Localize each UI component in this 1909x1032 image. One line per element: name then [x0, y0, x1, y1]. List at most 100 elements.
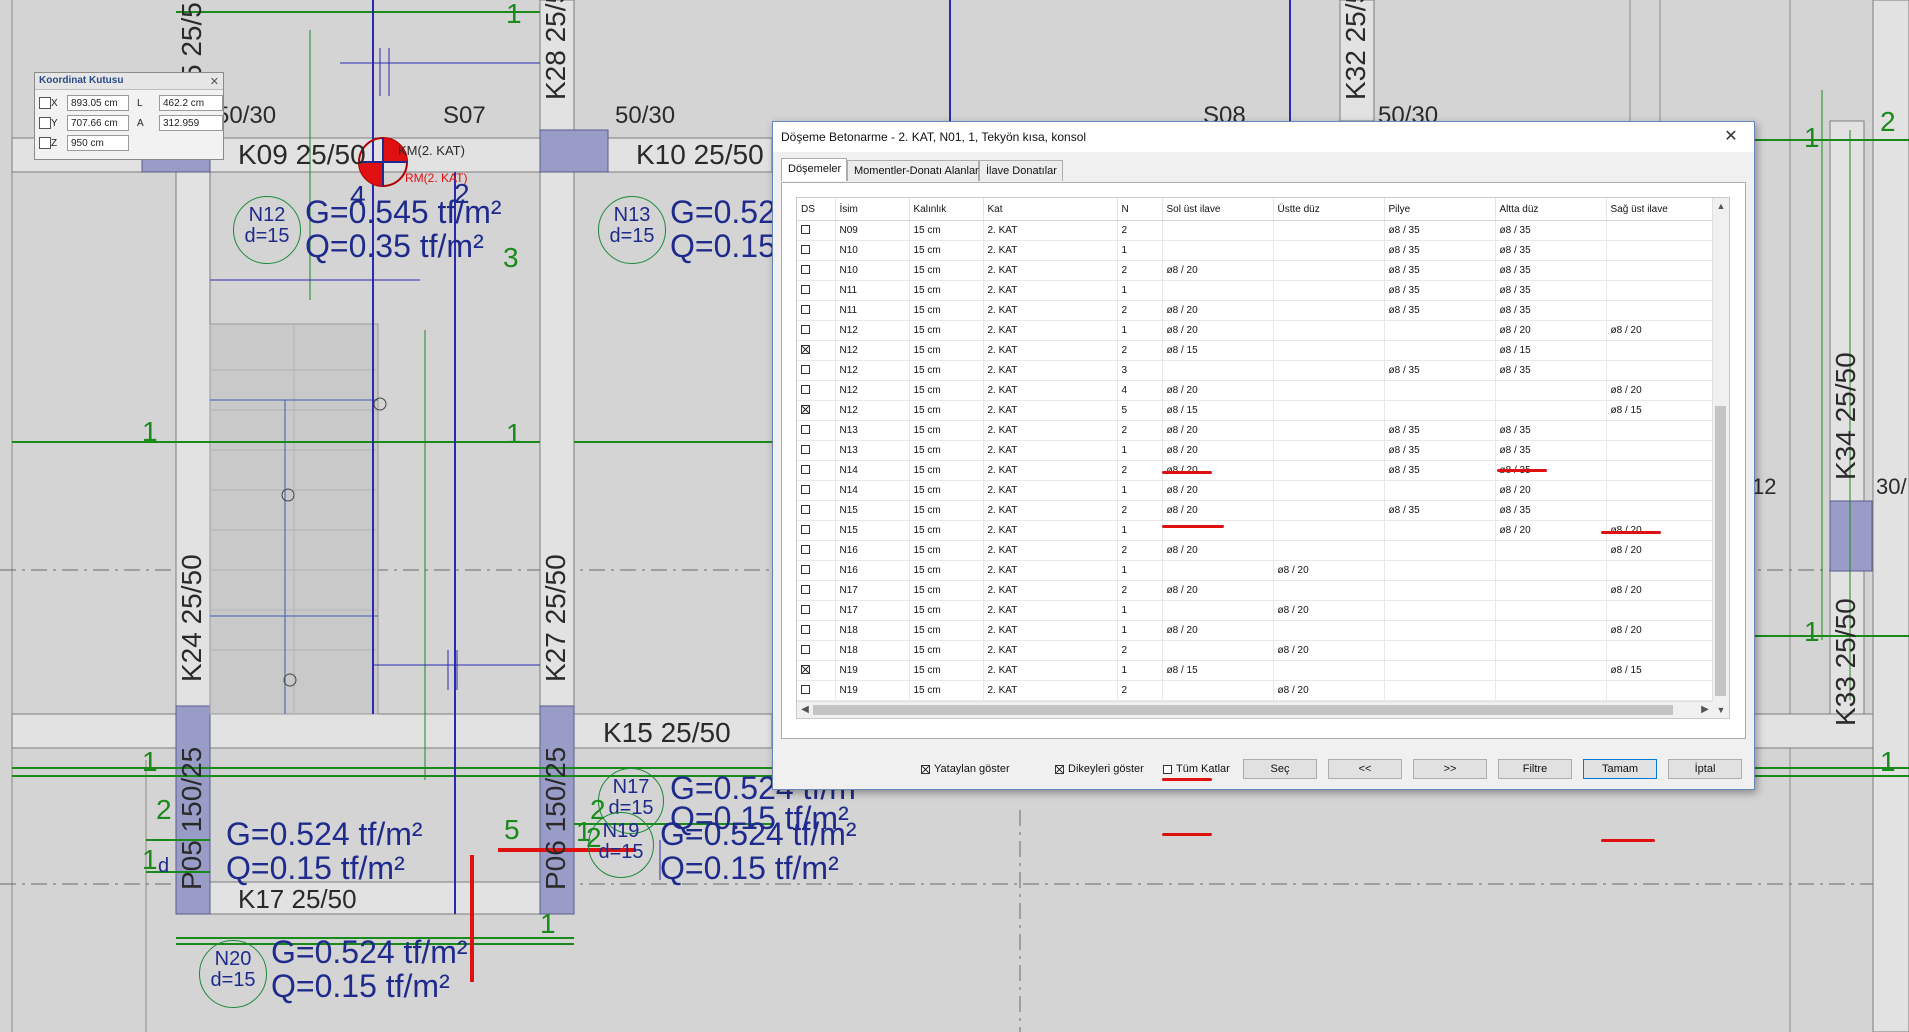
column-header[interactable]: Pilye [1384, 198, 1496, 221]
ds-cell[interactable] [797, 380, 836, 401]
table-row[interactable]: N12 15 cm 2. KAT 4 ø8 / 20 ø8 / 20 [797, 380, 1713, 401]
show-horizontals-checkbox[interactable] [921, 764, 930, 774]
ds-cell[interactable] [797, 440, 836, 461]
table-row[interactable]: N10 15 cm 2. KAT 2 ø8 / 20 ø8 / 35 ø8 / 35 [797, 260, 1713, 281]
slab-n20-circle[interactable]: N20 d=15 [199, 940, 267, 1008]
y-checkbox[interactable] [39, 117, 51, 129]
tab-extra-rebar[interactable]: İlave Donatılar [979, 160, 1063, 181]
table-row[interactable]: N15 15 cm 2. KAT 2 ø8 / 20 ø8 / 35 ø8 / 35 [797, 500, 1713, 521]
ds-cell[interactable] [797, 560, 836, 581]
tab-slabs[interactable]: Döşemeler [781, 158, 847, 181]
ds-checkbox[interactable] [801, 405, 810, 415]
table-row[interactable]: N11 15 cm 2. KAT 2 ø8 / 20 ø8 / 35 ø8 / 35 [797, 300, 1713, 321]
ds-cell[interactable] [797, 340, 836, 361]
ds-checkbox[interactable] [801, 245, 810, 255]
table-row[interactable]: N18 15 cm 2. KAT 2 ø8 / 20 [797, 640, 1713, 661]
ds-cell[interactable] [797, 260, 836, 281]
ds-checkbox[interactable] [801, 325, 810, 335]
ds-checkbox[interactable] [801, 625, 810, 635]
ds-cell[interactable] [797, 460, 836, 481]
ds-cell[interactable] [797, 360, 836, 381]
ds-checkbox[interactable] [801, 545, 810, 555]
ds-checkbox[interactable] [801, 585, 810, 595]
ds-checkbox[interactable] [801, 525, 810, 535]
column-header[interactable]: Kalınlık [909, 198, 984, 221]
scroll-left-icon[interactable]: ◀ [797, 702, 813, 718]
table-row[interactable]: N19 15 cm 2. KAT 2 ø8 / 20 [797, 680, 1713, 701]
table-row[interactable]: N15 15 cm 2. KAT 1 ø8 / 20 ø8 / 20 [797, 520, 1713, 541]
x-checkbox[interactable] [39, 97, 51, 109]
ds-cell[interactable] [797, 480, 836, 501]
next-button[interactable]: >> [1413, 759, 1487, 779]
scroll-thumb[interactable] [1715, 406, 1726, 696]
previous-button[interactable]: << [1328, 759, 1402, 779]
slab-table[interactable]: DS İsim Kalınlık Kat N Sol üst ilave Üst… [796, 197, 1730, 719]
ds-cell[interactable] [797, 320, 836, 341]
ds-cell[interactable] [797, 500, 836, 521]
y-value-field[interactable]: 707.66 cm [67, 115, 129, 131]
column-header[interactable]: Altta düz [1495, 198, 1607, 221]
ds-checkbox[interactable] [801, 465, 810, 475]
ds-cell[interactable] [797, 540, 836, 561]
table-row[interactable]: N16 15 cm 2. KAT 1 ø8 / 20 [797, 560, 1713, 581]
column-header[interactable]: DS [797, 198, 836, 221]
ds-cell[interactable] [797, 420, 836, 441]
ds-checkbox[interactable] [801, 385, 810, 395]
scroll-down-icon[interactable]: ▼ [1713, 702, 1729, 718]
ds-cell[interactable] [797, 680, 836, 701]
ds-checkbox[interactable] [801, 365, 810, 375]
ds-cell[interactable] [797, 400, 836, 421]
ds-checkbox[interactable] [801, 565, 810, 575]
ds-checkbox[interactable] [801, 265, 810, 275]
ds-checkbox[interactable] [801, 645, 810, 655]
ds-checkbox[interactable] [801, 445, 810, 455]
ds-checkbox[interactable] [801, 305, 810, 315]
show-horizontals-option[interactable]: Yataylan göster [921, 761, 1010, 777]
table-row[interactable]: N12 15 cm 2. KAT 5 ø8 / 15 ø8 / 15 [797, 400, 1713, 421]
ds-checkbox[interactable] [801, 665, 810, 675]
cancel-button[interactable]: İptal [1668, 759, 1742, 779]
slab-n13-circle[interactable]: N13 d=15 [598, 196, 666, 264]
table-row[interactable]: N14 15 cm 2. KAT 1 ø8 / 20 ø8 / 20 [797, 480, 1713, 501]
select-button[interactable]: Seç [1243, 759, 1317, 779]
column-header[interactable]: Sol üst ilave [1162, 198, 1274, 221]
column-header[interactable]: Kat [983, 198, 1118, 221]
ds-checkbox[interactable] [801, 345, 810, 355]
l-value-field[interactable]: 462.2 cm [159, 95, 223, 111]
x-value-field[interactable]: 893.05 cm [67, 95, 129, 111]
table-row[interactable]: N10 15 cm 2. KAT 1 ø8 / 35 ø8 / 35 [797, 240, 1713, 261]
ds-checkbox[interactable] [801, 425, 810, 435]
table-row[interactable]: N13 15 cm 2. KAT 2 ø8 / 20 ø8 / 35 ø8 / 35 [797, 420, 1713, 441]
table-row[interactable]: N12 15 cm 2. KAT 3 ø8 / 35 ø8 / 35 [797, 360, 1713, 381]
column-header[interactable]: Sağ üst ilave [1606, 198, 1713, 221]
ds-cell[interactable] [797, 580, 836, 601]
horizontal-scrollbar[interactable]: ◀ ▶ [797, 701, 1713, 718]
ds-checkbox[interactable] [801, 605, 810, 615]
table-row[interactable]: N12 15 cm 2. KAT 1 ø8 / 20 ø8 / 20 ø8 / 20 [797, 320, 1713, 341]
column-header[interactable]: Üstte düz [1273, 198, 1385, 221]
slab-n12-circle[interactable]: N12 d=15 [233, 196, 301, 264]
close-icon[interactable]: ✕ [210, 75, 219, 88]
ds-cell[interactable] [797, 660, 836, 681]
table-row[interactable]: N11 15 cm 2. KAT 1 ø8 / 35 ø8 / 35 [797, 280, 1713, 301]
z-value-field[interactable]: 950 cm [67, 135, 129, 151]
ds-cell[interactable] [797, 600, 836, 621]
z-checkbox[interactable] [39, 137, 51, 149]
ds-checkbox[interactable] [801, 505, 810, 515]
vertical-scrollbar[interactable]: ▲ ▼ [1712, 198, 1729, 718]
tab-moments[interactable]: Momentler-Donatı Alanları [847, 160, 982, 181]
ds-cell[interactable] [797, 240, 836, 261]
column-header[interactable]: N [1117, 198, 1163, 221]
table-row[interactable]: N18 15 cm 2. KAT 1 ø8 / 20 ø8 / 20 [797, 620, 1713, 641]
ds-cell[interactable] [797, 640, 836, 661]
scroll-thumb[interactable] [813, 705, 1673, 715]
ds-checkbox[interactable] [801, 225, 810, 235]
a-value-field[interactable]: 312.959 [159, 115, 223, 131]
table-row[interactable]: N16 15 cm 2. KAT 2 ø8 / 20 ø8 / 20 [797, 540, 1713, 561]
show-verticals-option[interactable]: Dikeyleri göster [1055, 761, 1144, 777]
scroll-up-icon[interactable]: ▲ [1713, 198, 1729, 214]
table-row[interactable]: N12 15 cm 2. KAT 2 ø8 / 15 ø8 / 15 [797, 340, 1713, 361]
table-row[interactable]: N1415 cm2. KAT2ø8 / 20ø8 / 35ø8 / 35 [797, 460, 1713, 481]
ds-checkbox[interactable] [801, 685, 810, 695]
ds-cell[interactable] [797, 300, 836, 321]
